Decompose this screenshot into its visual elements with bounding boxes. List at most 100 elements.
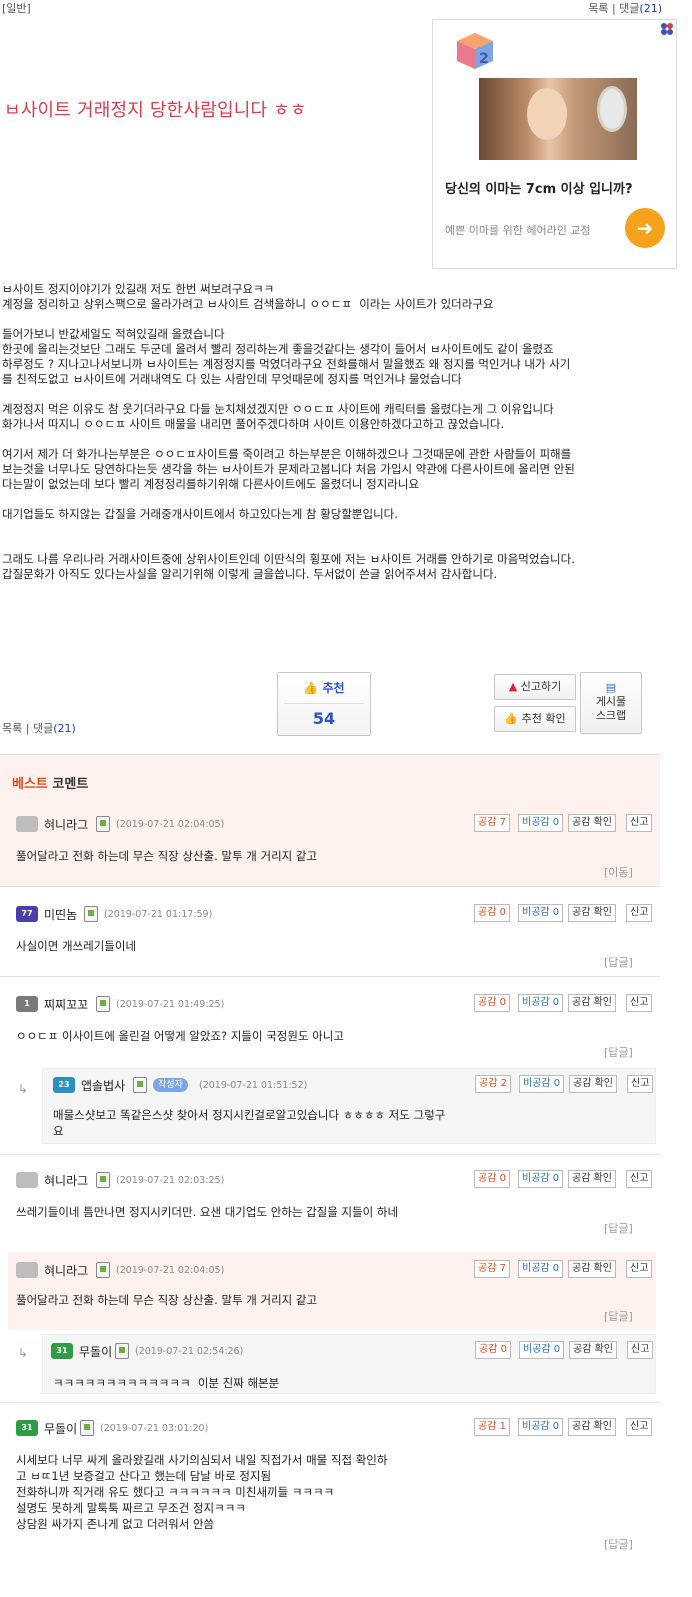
disagree-label: 비공감 [522, 817, 550, 828]
mobile-icon [80, 1420, 94, 1436]
agree-count: 0 [500, 1344, 507, 1355]
list-link[interactable]: 목록 [588, 2, 608, 15]
comment-nick[interactable]: 앱솔법사 [81, 1077, 125, 1094]
report-comment-button[interactable]: 신고 [627, 1075, 654, 1093]
report-comment-button[interactable]: 신고 [626, 904, 653, 922]
agree-label: 공감 [478, 1173, 497, 1184]
disagree-label: 비공감 [522, 1173, 550, 1184]
thumbs-up-small-icon: 👍 [504, 712, 519, 725]
report-comment-button[interactable]: 신고 [626, 1170, 653, 1188]
agree-count: 2 [500, 1078, 507, 1089]
agree-button[interactable]: 공감 0 [474, 1170, 510, 1188]
report-comment-button[interactable]: 신고 [626, 814, 653, 832]
arrow-right-icon[interactable]: ➜ [625, 208, 665, 248]
disagree-label: 비공감 [522, 1263, 550, 1274]
comment-text: 사실이면 개쓰레기들이네 [16, 939, 137, 953]
agree-check-button[interactable]: 공감 확인 [568, 1418, 616, 1436]
agree-check-button[interactable]: 공감 확인 [569, 1341, 617, 1359]
recommend-divider [284, 703, 364, 704]
report-comment-button[interactable]: 신고 [626, 1260, 653, 1278]
comment-nick[interactable]: 무돌이 [79, 1343, 112, 1360]
divider [0, 1154, 660, 1155]
thumbs-up-icon: 👍 [303, 681, 319, 695]
agree-label: 공감 [478, 1263, 497, 1274]
reply-link[interactable]: [답글] [604, 954, 633, 970]
agree-button[interactable]: 공감 1 [474, 1418, 510, 1436]
report-comment-button[interactable]: 신고 [626, 994, 653, 1012]
agree-button[interactable]: 공감 0 [474, 904, 510, 922]
best-comment-title: 베스트 코멘트 [12, 773, 88, 792]
disagree-button[interactable]: 비공감 0 [519, 1341, 565, 1359]
move-link[interactable]: [이동] [604, 864, 633, 880]
comments-link-bottom[interactable]: 댓글(21) [33, 722, 76, 735]
agree-check-button[interactable]: 공감 확인 [568, 904, 616, 922]
recommend-text: 추천 [322, 681, 345, 695]
comment-date: (2019-07-21 02:54:26) [135, 1346, 244, 1357]
agree-count: 1 [499, 1421, 506, 1432]
ad-choices-icon[interactable] [660, 22, 674, 36]
comments-link[interactable]: 댓글(21) [619, 2, 662, 15]
comment-nick[interactable]: 혀니라그 [44, 1172, 88, 1189]
reply-link[interactable]: [답글] [604, 1044, 633, 1060]
agree-check-button[interactable]: 공감 확인 [568, 994, 616, 1012]
disagree-button[interactable]: 비공감 0 [518, 1170, 564, 1188]
disagree-count: 0 [552, 1263, 560, 1274]
reply-link[interactable]: [답글] [604, 1220, 633, 1236]
comments-label-bottom: 댓글 [32, 722, 54, 735]
agree-button[interactable]: 공감 2 [475, 1075, 511, 1093]
agree-button[interactable]: 공감 0 [474, 994, 510, 1012]
recommend-check-label: 추천 확인 [521, 712, 566, 725]
mobile-icon [96, 1172, 110, 1188]
ad-image-face [527, 88, 567, 140]
report-comment-button[interactable]: 신고 [627, 1341, 654, 1359]
reply-comment: 23 앱솔법사 작성자 (2019-07-21 01:51:52) 공감 2 비… [42, 1068, 656, 1144]
svg-text:2: 2 [479, 51, 489, 67]
comment-text: 시세보다 너무 싸게 올라왔길래 사기의심되서 내일 직접가서 매물 직접 확인… [16, 1453, 388, 1531]
comment-nick[interactable]: 미띤놈 [44, 906, 77, 923]
disagree-button[interactable]: 비공감 0 [518, 814, 564, 832]
list-link-bottom[interactable]: 목록 [2, 722, 22, 735]
agree-check-button[interactable]: 공감 확인 [568, 1260, 616, 1278]
recommend-check-button[interactable]: 👍 추천 확인 [494, 706, 576, 732]
comment-nick[interactable]: 혀니라그 [44, 816, 88, 833]
comment-nick[interactable]: 찌찌꼬꼬 [44, 996, 88, 1013]
reply-arrow-icon: ↳ [18, 1346, 29, 1360]
comment-nick[interactable]: 무돌이 [44, 1420, 77, 1437]
ad-subtext: 예쁜 이마를 위한 헤어라인 교정 [445, 224, 591, 237]
agree-button[interactable]: 공감 0 [475, 1341, 511, 1359]
report-comment-button[interactable]: 신고 [626, 1418, 653, 1436]
nav-separator: | [611, 2, 616, 15]
disagree-button[interactable]: 비공감 0 [518, 994, 564, 1012]
agree-check-button[interactable]: 공감 확인 [568, 1170, 616, 1188]
report-button[interactable]: ▲ 신고하기 [494, 674, 576, 700]
mobile-icon [115, 1343, 129, 1359]
comment-text: ㅋㅋㅋㅋㅋㅋㅋㅋㅋㅋㅋㅋㅋ 이분 진짜 해본분 [53, 1376, 280, 1390]
divider [0, 1402, 660, 1403]
agree-button[interactable]: 공감 7 [474, 1260, 510, 1278]
disagree-button[interactable]: 비공감 0 [518, 1418, 564, 1436]
disagree-button[interactable]: 비공감 0 [518, 904, 564, 922]
disagree-label: 비공감 [522, 997, 550, 1008]
ad-banner[interactable]: 2 당신의 이마는 7cm 이상 입니까? 예쁜 이마를 위한 헤어라인 교정 … [432, 19, 677, 269]
reply-link[interactable]: [답글] [604, 1536, 633, 1552]
recommend-button[interactable]: 👍 추천 54 [277, 672, 371, 736]
comment-date: (2019-07-21 01:17:59) [104, 909, 213, 920]
agree-count: 7 [499, 1263, 506, 1274]
comment-text: ㅇㅇㄷㅍ 이사이트에 올린걸 어떻게 알았죠? 지들이 국정원도 아니고 [16, 1029, 344, 1043]
scrap-line2: 스크랩 [595, 709, 627, 722]
ad-headline[interactable]: 당신의 이마는 7cm 이상 입니까? [445, 178, 633, 197]
disagree-button[interactable]: 비공감 0 [518, 1260, 564, 1278]
scrap-line1: 게시물 [595, 695, 627, 708]
agree-count: 0 [499, 1173, 506, 1184]
ad-image[interactable] [479, 78, 637, 160]
comment-nick[interactable]: 혀니라그 [44, 1262, 88, 1279]
agree-check-button[interactable]: 공감 확인 [569, 1075, 617, 1093]
scrap-button[interactable]: ▤ 게시물 스크랩 [580, 672, 642, 734]
comment-text: 풀어달라고 전화 하는데 무슨 직장 상산출. 말투 개 거리지 같고 [16, 1293, 318, 1307]
divider [0, 976, 660, 977]
agree-count: 0 [499, 907, 506, 918]
reply-link[interactable]: [답글] [604, 1308, 633, 1324]
agree-check-button[interactable]: 공감 확인 [568, 814, 616, 832]
agree-button[interactable]: 공감 7 [474, 814, 510, 832]
disagree-button[interactable]: 비공감 0 [519, 1075, 565, 1093]
